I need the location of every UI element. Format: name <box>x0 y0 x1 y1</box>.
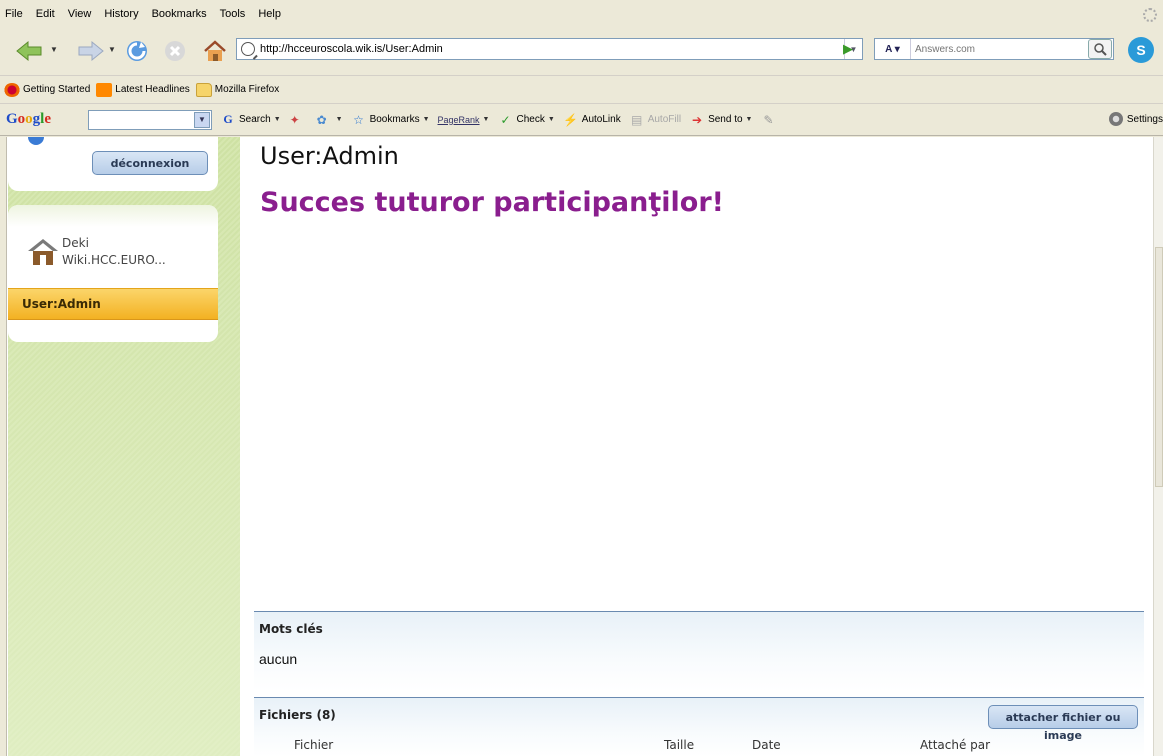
disconnect-button[interactable]: déconnexion <box>92 151 208 175</box>
folder-icon <box>195 82 212 97</box>
menu-help[interactable]: Help <box>258 8 281 20</box>
column-header-file[interactable]: Fichier <box>294 738 333 752</box>
reload-button[interactable] <box>122 38 152 64</box>
menu-bar: File Edit View History Bookmarks Tools H… <box>0 0 1163 30</box>
magic-wand-icon: ⚡ <box>563 112 579 127</box>
home-icon <box>26 237 60 269</box>
files-section: Fichiers (8) attacher fichier ou image F… <box>254 697 1144 756</box>
spellcheck-icon: ✓ <box>500 112 511 127</box>
page-viewport: déconnexion Deki Wiki.HCC.EURO... User:A… <box>0 137 1163 756</box>
window-edge <box>0 137 7 756</box>
stop-button[interactable] <box>160 38 190 64</box>
files-title: Fichiers (8) <box>259 708 336 722</box>
send-to-icon: ➔ <box>692 112 703 127</box>
menu-tools[interactable]: Tools <box>220 8 246 20</box>
google-pagerank[interactable]: PageRank ▼ <box>438 115 490 125</box>
tags-section: Mots clés aucun <box>254 611 1144 691</box>
search-input[interactable] <box>911 43 1113 55</box>
attach-file-button-wrap[interactable]: image <box>1044 729 1082 742</box>
sidebar-item-user-admin[interactable]: User:Admin <box>8 288 218 320</box>
url-text[interactable]: http://hcceuroscola.wik.is/User:Admin <box>260 43 844 55</box>
menu-history[interactable]: History <box>104 8 138 20</box>
google-g-icon: G <box>223 112 233 126</box>
navigation-box: Deki Wiki.HCC.EURO... User:Admin <box>8 205 218 342</box>
tags-value: aucun <box>259 651 298 667</box>
bookmarks-toolbar: Getting Started Latest Headlines Mozilla… <box>0 76 1163 104</box>
search-bar[interactable]: A ▾ <box>874 38 1114 60</box>
sidebar-item-home[interactable]: Deki Wiki.HCC.EURO... <box>26 235 166 269</box>
back-button[interactable] <box>14 38 44 64</box>
forward-button[interactable] <box>76 38 106 64</box>
home-link-line1: Deki <box>62 236 89 250</box>
menu-file[interactable]: File <box>5 8 23 20</box>
google-search-input[interactable]: ▼ <box>88 109 212 130</box>
menu-bookmarks[interactable]: Bookmarks <box>152 8 207 20</box>
column-header-size[interactable]: Taille <box>664 738 694 752</box>
google-bookmarks-button[interactable]: ☆ Bookmarks ▼ <box>351 112 429 128</box>
scrollbar-thumb[interactable] <box>1155 247 1163 487</box>
column-header-attached-by[interactable]: Attaché par <box>920 738 990 752</box>
menu-edit[interactable]: Edit <box>36 8 55 20</box>
bookmark-latest-headlines[interactable]: Latest Headlines <box>96 82 190 97</box>
google-news-icon[interactable]: ✦ <box>287 112 306 128</box>
google-puzzle-icon[interactable]: ✿ ▼ <box>314 112 343 128</box>
bookmark-mozilla-firefox[interactable]: Mozilla Firefox <box>195 82 279 97</box>
page-title: User:Admin <box>260 142 399 170</box>
forward-history-dropdown-icon[interactable]: ▼ <box>108 45 116 54</box>
back-arrow-icon <box>16 40 42 62</box>
skype-icon[interactable]: S <box>1128 37 1154 63</box>
search-button[interactable] <box>1088 39 1112 59</box>
user-avatar-icon <box>28 137 44 145</box>
google-highlighter-icon[interactable]: ✎ <box>760 112 779 128</box>
menu-view[interactable]: View <box>68 8 92 20</box>
stop-icon <box>165 41 185 61</box>
firefox-icon <box>4 82 20 97</box>
search-engine-icon[interactable]: A ▾ <box>875 39 911 59</box>
forward-arrow-icon <box>78 40 104 62</box>
attach-file-button[interactable]: attacher fichier ou <box>988 705 1138 729</box>
column-header-date[interactable]: Date <box>752 738 781 752</box>
magnifier-icon <box>1094 43 1107 56</box>
reload-icon <box>127 41 147 61</box>
home-link-line2: Wiki.HCC.EURO... <box>62 253 166 267</box>
url-bar[interactable]: http://hcceuroscola.wik.is/User:Admin ▼ <box>236 38 863 60</box>
google-search-dropdown-icon[interactable]: ▼ <box>194 111 210 128</box>
google-check-button[interactable]: ✓ Check ▼ <box>497 112 554 128</box>
page-heading: Succes tuturor participanţilor! <box>260 187 724 218</box>
home-icon <box>204 40 226 61</box>
navigation-toolbar: ▼ ▼ http://hcceuroscola.wik.is/User:Admi… <box>0 30 1163 76</box>
bookmark-getting-started[interactable]: Getting Started <box>4 82 90 97</box>
tags-title: Mots clés <box>259 622 323 636</box>
google-settings-button[interactable]: Settings <box>1108 112 1163 126</box>
google-autolink-button[interactable]: ⚡ AutoLink <box>563 112 620 128</box>
throbber-icon <box>1143 8 1157 22</box>
google-logo[interactable]: Google <box>6 111 78 128</box>
vertical-scrollbar[interactable] <box>1153 137 1163 756</box>
rss-icon <box>96 82 113 97</box>
back-history-dropdown-icon[interactable]: ▼ <box>50 45 58 54</box>
autofill-icon: ▤ <box>631 112 643 127</box>
sidebar: déconnexion Deki Wiki.HCC.EURO... User:A… <box>8 137 240 756</box>
main-content: User:Admin Succes tuturor participanţilo… <box>240 137 1153 756</box>
home-button[interactable] <box>200 38 230 64</box>
google-toolbar: Google ▼ G Search ▼ ✦ ✿ ▼ ☆ Bookmarks ▼ … <box>0 104 1163 136</box>
site-identity-icon[interactable] <box>241 42 255 56</box>
star-icon: ☆ <box>353 112 364 127</box>
google-sendto-button[interactable]: ➔ Send to ▼ <box>689 112 752 128</box>
go-button[interactable]: ▶ <box>838 39 858 59</box>
settings-icon <box>1108 112 1123 126</box>
login-box: déconnexion <box>8 137 218 191</box>
google-autofill-button[interactable]: ▤ AutoFill <box>629 112 681 128</box>
google-search-button[interactable]: G Search ▼ <box>220 112 280 128</box>
